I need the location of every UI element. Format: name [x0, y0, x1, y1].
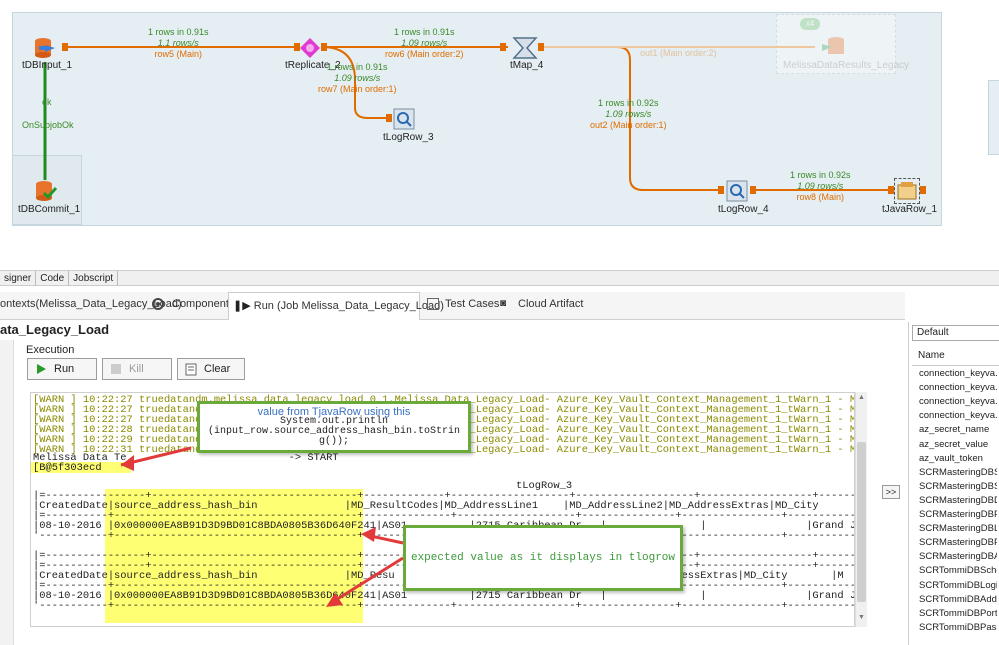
context-variable-item[interactable]: SCRMasteringDBP...	[919, 537, 997, 548]
run-tab-icon: ❚▶	[233, 300, 251, 312]
execution-label: Execution	[26, 344, 75, 356]
annotation-javarow: value from TjavaRow using this System.ou…	[197, 401, 471, 453]
designer-canvas[interactable]: x4 tDBInput_1 tReplicate_2 tMap_4 Meliss…	[0, 0, 999, 268]
context-variable-item[interactable]: SCRMasteringDBSc...	[919, 481, 997, 492]
stop-icon	[109, 362, 123, 376]
database-commit-icon[interactable]	[34, 180, 58, 202]
tlogrow3-label: tLogRow_3	[383, 132, 434, 143]
context-variable-item[interactable]: SCRTommiDBSche...	[919, 565, 997, 576]
context-dropdown[interactable]: Default	[912, 325, 999, 341]
job-title: ata_Legacy_Load	[0, 322, 110, 337]
trigger-onsubjob-label: OnSubjobOk	[22, 120, 74, 130]
context-variable-item[interactable]: connection_keyva...	[919, 368, 997, 379]
tjavarow-label: tJavaRow_1	[882, 204, 938, 215]
flow-row5-label: 1 rows in 0.91s 1.1 rows/s row5 (Main)	[148, 27, 209, 59]
test-cases-icon	[427, 298, 439, 310]
tab-designer[interactable]: signer	[0, 271, 37, 286]
melissa-label: MelissaDataResults_Legacy	[783, 60, 910, 71]
tmap-label: tMap_4	[510, 60, 544, 71]
melissa-badge: x4	[800, 18, 820, 30]
tab-code[interactable]: Code	[36, 271, 70, 286]
context-variable-item[interactable]: connection_keyva...	[919, 396, 997, 407]
tlogrow4-label: tLogRow_4	[718, 204, 769, 215]
context-variable-item[interactable]: SCRMasteringDBA...	[919, 551, 997, 562]
javarow-icon[interactable]	[894, 178, 920, 204]
clear-icon	[184, 362, 198, 376]
tab-run[interactable]: ❚▶ Run (Job Melissa_Data_Legacy_Load)	[228, 292, 444, 320]
flow-row7-label: 1 rows in 0.91s 1.09 rows/s row7 (Main o…	[318, 62, 397, 94]
logrow4-icon[interactable]	[726, 180, 748, 202]
tdbinput-label: tDBInput_1	[22, 60, 73, 71]
run-button[interactable]: Run	[27, 358, 97, 380]
trigger-ok-label: ok	[42, 97, 52, 107]
clear-button[interactable]: Clear	[177, 358, 245, 380]
view-tabs: ontexts(Melissa_Data_Legacy_Load) Compon…	[0, 292, 905, 320]
replicate-icon[interactable]	[298, 36, 322, 60]
console-scrollbar[interactable]: ▲ ▼	[855, 392, 867, 627]
tab-test-cases[interactable]: Test Cases	[445, 298, 499, 310]
context-variable-item[interactable]: az_secret_value	[919, 439, 997, 450]
editor-tabs: signer Code Jobscript	[0, 270, 999, 286]
flow-out1-label: out1 (Main order:2)	[640, 48, 717, 58]
cloud-artifact-icon: ◙	[500, 298, 507, 309]
context-variable-item[interactable]: SCRTommiDBPort	[919, 608, 997, 619]
database-input-icon[interactable]	[33, 36, 57, 60]
context-variable-item[interactable]: az_secret_name	[919, 424, 997, 435]
flow-row8-label: 1 rows in 0.92s 1.09 rows/s row8 (Main)	[790, 170, 851, 202]
context-variable-item[interactable]: az_vault_token	[919, 453, 997, 464]
tmap-icon[interactable]	[512, 35, 538, 61]
left-panel-strip	[0, 340, 14, 645]
logrow3-icon[interactable]	[393, 108, 415, 130]
context-variable-item[interactable]: SCRTommiDBPass...	[919, 622, 997, 633]
expand-button[interactable]: >>	[882, 485, 900, 499]
context-variable-item[interactable]: SCRMasteringDBD...	[919, 495, 997, 506]
tab-component[interactable]: Component	[172, 298, 229, 310]
context-variable-item[interactable]: SCRMasteringDBP...	[919, 509, 997, 520]
annotation-tlogrow: expected value as it displays in tlogrow	[403, 525, 683, 591]
context-variable-item[interactable]: connection_keyva...	[919, 410, 997, 421]
flow-out2-label: 1 rows in 0.92s 1.09 rows/s out2 (Main o…	[590, 98, 667, 130]
context-panel: Default Name connection_keyva... connecti…	[908, 322, 999, 645]
clear-button-label: Clear	[204, 363, 231, 375]
context-variable-item[interactable]: SCRMasteringDBSe...	[919, 467, 997, 478]
kill-button[interactable]: Kill	[102, 358, 172, 380]
flow-row6-label: 1 rows in 0.91s 1.09 rows/s row6 (Main o…	[385, 27, 464, 59]
kill-button-label: Kill	[129, 363, 144, 375]
melissa-icon[interactable]	[820, 34, 846, 60]
context-variable-item[interactable]: connection_keyva...	[919, 382, 997, 393]
tdbcommit-label: tDBCommit_1	[18, 204, 81, 215]
context-variable-item[interactable]: SCRTommiDBAddit...	[919, 594, 997, 605]
tab-run-label: Run (Job Melissa_Data_Legacy_Load)	[253, 300, 444, 312]
run-button-label: Run	[54, 363, 75, 375]
name-column-header[interactable]: Name	[912, 348, 999, 366]
component-icon	[152, 298, 166, 312]
tab-jobscript[interactable]: Jobscript	[69, 271, 119, 286]
play-icon	[34, 362, 48, 376]
console-output[interactable]: [WARN ] 10:22:27 truedatandm.melissa_dat…	[30, 392, 855, 627]
context-variable-item[interactable]: SCRMasteringDBL...	[919, 523, 997, 534]
context-variable-item[interactable]: SCRTommiDBLogin	[919, 580, 997, 591]
tab-cloud-artifact[interactable]: Cloud Artifact	[518, 298, 583, 310]
